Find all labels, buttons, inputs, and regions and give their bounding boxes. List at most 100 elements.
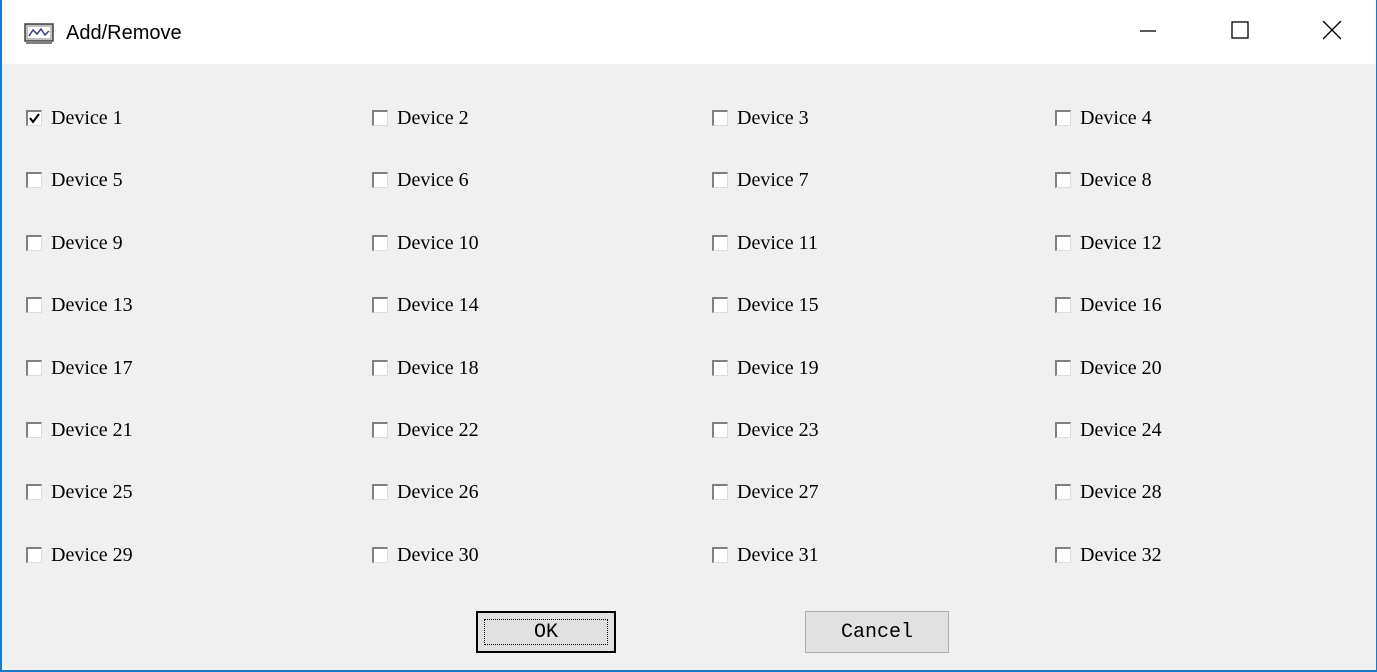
checkbox[interactable]: [372, 297, 388, 313]
device-checkbox-item[interactable]: Device 29: [26, 543, 133, 567]
checkbox[interactable]: [372, 235, 388, 251]
device-checkbox-item[interactable]: Device 9: [26, 231, 123, 255]
ok-button[interactable]: OK: [476, 611, 616, 653]
cancel-button[interactable]: Cancel: [805, 611, 949, 653]
checkbox[interactable]: [26, 360, 42, 376]
device-checkbox-item[interactable]: Device 26: [372, 480, 479, 504]
device-checkbox-item[interactable]: Device 5: [26, 168, 123, 192]
device-checkbox-item[interactable]: Device 10: [372, 231, 479, 255]
device-checkbox-item[interactable]: Device 17: [26, 356, 133, 380]
device-checkbox-item[interactable]: Device 30: [372, 543, 479, 567]
checkbox[interactable]: [712, 110, 728, 126]
device-checkbox-item[interactable]: Device 8: [1055, 168, 1152, 192]
checkmark-icon: [29, 113, 40, 124]
device-checkbox-item[interactable]: Device 14: [372, 293, 479, 317]
device-label: Device 11: [737, 232, 818, 254]
device-checkbox-item[interactable]: Device 28: [1055, 480, 1162, 504]
checkbox[interactable]: [1055, 360, 1071, 376]
device-label: Device 12: [1080, 232, 1162, 254]
device-checkbox-item[interactable]: Device 23: [712, 418, 819, 442]
device-checkbox-item[interactable]: Device 16: [1055, 293, 1162, 317]
device-checkbox-item[interactable]: Device 27: [712, 480, 819, 504]
cancel-button-label: Cancel: [840, 620, 913, 644]
checkbox[interactable]: [1055, 422, 1071, 438]
device-checkbox-item[interactable]: Device 32: [1055, 543, 1162, 567]
minimize-icon: [1139, 21, 1157, 44]
checkbox[interactable]: [26, 547, 42, 563]
device-label: Device 1: [51, 107, 123, 129]
device-checkbox-item[interactable]: Device 24: [1055, 418, 1162, 442]
device-label: Device 29: [51, 544, 133, 566]
device-selection-area: Device 1 Device 2 Device 3 Device 4 Device 5…: [2, 64, 1376, 670]
checkbox[interactable]: [26, 235, 42, 251]
checkbox[interactable]: [26, 422, 42, 438]
checkbox[interactable]: [1055, 484, 1071, 500]
device-checkbox-item[interactable]: Device 4: [1055, 106, 1152, 130]
device-label: Device 6: [397, 169, 469, 191]
device-label: Device 27: [737, 481, 819, 503]
title-bar[interactable]: Add/Remove: [2, 0, 1376, 64]
checkbox[interactable]: [712, 235, 728, 251]
device-checkbox-item[interactable]: Device 31: [712, 543, 819, 567]
device-label: Device 10: [397, 232, 479, 254]
device-checkbox-item[interactable]: Device 18: [372, 356, 479, 380]
checkbox[interactable]: [712, 484, 728, 500]
device-checkbox-item[interactable]: Device 2: [372, 106, 469, 130]
checkbox[interactable]: [712, 422, 728, 438]
device-checkbox-item[interactable]: Device 21: [26, 418, 133, 442]
device-label: Device 28: [1080, 481, 1162, 503]
device-checkbox-item[interactable]: Device 1: [26, 106, 123, 130]
checkbox[interactable]: [372, 172, 388, 188]
device-label: Device 31: [737, 544, 819, 566]
checkbox[interactable]: [26, 297, 42, 313]
device-checkbox-item[interactable]: Device 7: [712, 168, 809, 192]
device-label: Device 20: [1080, 357, 1162, 379]
close-button[interactable]: [1286, 0, 1377, 64]
device-label: Device 17: [51, 357, 133, 379]
device-checkbox-item[interactable]: Device 19: [712, 356, 819, 380]
device-label: Device 14: [397, 294, 479, 316]
device-checkbox-item[interactable]: Device 11: [712, 231, 818, 255]
checkbox[interactable]: [1055, 110, 1071, 126]
minimize-button[interactable]: [1102, 0, 1194, 64]
checkbox[interactable]: [372, 422, 388, 438]
checkbox[interactable]: [1055, 547, 1071, 563]
device-label: Device 13: [51, 294, 133, 316]
device-label: Device 15: [737, 294, 819, 316]
checkbox[interactable]: [372, 484, 388, 500]
device-label: Device 30: [397, 544, 479, 566]
checkbox[interactable]: [372, 360, 388, 376]
checkbox[interactable]: [712, 360, 728, 376]
checkbox[interactable]: [712, 172, 728, 188]
device-label: Device 23: [737, 419, 819, 441]
checkbox[interactable]: [712, 297, 728, 313]
checkbox[interactable]: [1055, 235, 1071, 251]
window-title: Add/Remove: [66, 22, 182, 44]
checkbox[interactable]: [1055, 172, 1071, 188]
device-checkbox-item[interactable]: Device 13: [26, 293, 133, 317]
focus-ring: [484, 619, 608, 645]
checkbox[interactable]: [26, 172, 42, 188]
add-remove-dialog: Add/Remove Device 1 Device 2 Device 3 De…: [0, 0, 1377, 672]
device-label: Device 8: [1080, 169, 1152, 191]
checkbox[interactable]: [26, 110, 42, 126]
device-label: Device 5: [51, 169, 123, 191]
maximize-button[interactable]: [1194, 0, 1286, 64]
device-label: Device 26: [397, 481, 479, 503]
device-checkbox-item[interactable]: Device 12: [1055, 231, 1162, 255]
device-label: Device 2: [397, 107, 469, 129]
checkbox[interactable]: [372, 547, 388, 563]
device-checkbox-item[interactable]: Device 3: [712, 106, 809, 130]
checkbox[interactable]: [372, 110, 388, 126]
device-label: Device 7: [737, 169, 809, 191]
device-checkbox-item[interactable]: Device 20: [1055, 356, 1162, 380]
device-label: Device 4: [1080, 107, 1152, 129]
checkbox[interactable]: [26, 484, 42, 500]
checkbox[interactable]: [1055, 297, 1071, 313]
device-checkbox-item[interactable]: Device 15: [712, 293, 819, 317]
device-checkbox-item[interactable]: Device 25: [26, 480, 133, 504]
device-checkbox-item[interactable]: Device 6: [372, 168, 469, 192]
monitor-app-icon: [24, 23, 54, 45]
checkbox[interactable]: [712, 547, 728, 563]
device-checkbox-item[interactable]: Device 22: [372, 418, 479, 442]
